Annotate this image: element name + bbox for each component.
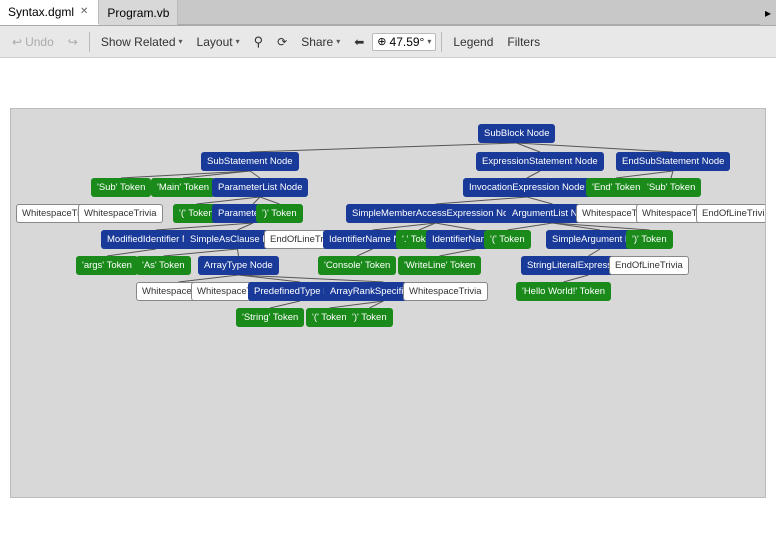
node-endsubstatement[interactable]: EndSubStatement Node xyxy=(616,152,730,171)
undo-button[interactable]: ↩ Undo xyxy=(6,33,60,51)
node-parameterlist[interactable]: ParameterList Node xyxy=(212,178,308,197)
separator-1 xyxy=(89,32,90,52)
node-sub_token1[interactable]: 'Sub' Token xyxy=(91,178,151,197)
node-whitespacetrivia7[interactable]: WhitespaceTrivia xyxy=(403,282,488,301)
tab-syntax[interactable]: Syntax.dgml ✕ xyxy=(0,0,99,25)
node-t_token2[interactable]: ')' Token xyxy=(256,204,303,223)
refresh-icon: ⟳ xyxy=(277,35,287,49)
node-subblock[interactable]: SubBlock Node xyxy=(478,124,555,143)
toolbar: ↩ Undo ↪ Show Related ▾ Layout ▾ ⚲ ⟳ Sha… xyxy=(0,26,776,58)
zoom-value: 47.59° xyxy=(390,35,425,49)
back-button[interactable]: ⬅ xyxy=(348,33,370,51)
node-end_token[interactable]: 'End' Token xyxy=(586,178,646,197)
tab-program[interactable]: Program.vb xyxy=(99,0,178,25)
share-label: Share xyxy=(301,35,333,49)
node-arraytype[interactable]: ArrayType Node xyxy=(198,256,279,275)
search-icon: ⚲ xyxy=(254,34,264,50)
legend-button[interactable]: Legend xyxy=(447,33,499,51)
legend-label: Legend xyxy=(453,35,493,49)
node-endoflinetrivia3[interactable]: EndOfLineTrivia xyxy=(609,256,689,275)
tab-program-label: Program.vb xyxy=(107,6,169,20)
tab-scroll-right[interactable]: ▸ xyxy=(760,0,776,25)
node-helloworld_token[interactable]: 'Hello World!' Token xyxy=(516,282,611,301)
zoom-control[interactable]: ⊕ 47.59° ▾ xyxy=(372,33,436,51)
node-t_token3[interactable]: '(' Token xyxy=(484,230,531,249)
node-endoflinetrivia1[interactable]: EndOfLineTrivia xyxy=(696,204,766,223)
node-invocationexpression[interactable]: InvocationExpression Node xyxy=(463,178,591,197)
node-args_token[interactable]: 'args' Token xyxy=(76,256,138,275)
content-area: SubBlock Node SubStatement Node Expression… xyxy=(0,58,776,548)
filters-label: Filters xyxy=(507,35,540,49)
redo-icon: ↪ xyxy=(68,35,78,49)
node-console_token[interactable]: 'Console' Token xyxy=(318,256,396,275)
separator-2 xyxy=(441,32,442,52)
layout-arrow: ▾ xyxy=(236,37,240,46)
undo-icon: ↩ xyxy=(12,35,22,49)
tab-syntax-label: Syntax.dgml xyxy=(8,5,74,19)
node-t_token6[interactable]: ')' Token xyxy=(346,308,393,327)
layout-button[interactable]: Layout ▾ xyxy=(191,33,246,51)
node-main_token[interactable]: 'Main' Token xyxy=(151,178,215,197)
zoom-icon: ⊕ xyxy=(377,35,386,48)
show-related-label: Show Related xyxy=(101,35,176,49)
diagram-area[interactable]: SubBlock Node SubStatement Node Expression… xyxy=(10,108,766,498)
zoom-arrow: ▾ xyxy=(427,37,431,46)
node-as_token[interactable]: 'As' Token xyxy=(136,256,191,275)
layout-label: Layout xyxy=(197,35,233,49)
tab-bar: Syntax.dgml ✕ Program.vb ▸ xyxy=(0,0,776,26)
share-arrow: ▾ xyxy=(336,37,340,46)
share-button[interactable]: Share ▾ xyxy=(295,33,346,51)
show-related-arrow: ▾ xyxy=(179,37,183,46)
filters-button[interactable]: Filters xyxy=(501,33,546,51)
node-writeline_token[interactable]: 'WriteLine' Token xyxy=(398,256,481,275)
show-related-button[interactable]: Show Related ▾ xyxy=(95,33,189,51)
refresh-button[interactable]: ⟳ xyxy=(271,33,293,51)
search-button[interactable]: ⚲ xyxy=(248,32,270,52)
node-whitespacetrivia2[interactable]: WhitespaceTrivia xyxy=(78,204,163,223)
node-substatement[interactable]: SubStatement Node xyxy=(201,152,299,171)
node-t_token4[interactable]: ')' Token xyxy=(626,230,673,249)
undo-label: Undo xyxy=(25,35,54,49)
node-expressionstatement[interactable]: ExpressionStatement Node xyxy=(476,152,604,171)
tab-syntax-close[interactable]: ✕ xyxy=(78,6,90,17)
node-simplememberaccess[interactable]: SimpleMemberAccessExpression Node xyxy=(346,204,525,223)
back-icon: ⬅ xyxy=(354,35,364,49)
redo-button[interactable]: ↪ xyxy=(62,33,84,51)
node-sub_token2[interactable]: 'Sub' Token xyxy=(641,178,701,197)
node-string_token[interactable]: 'String' Token xyxy=(236,308,304,327)
